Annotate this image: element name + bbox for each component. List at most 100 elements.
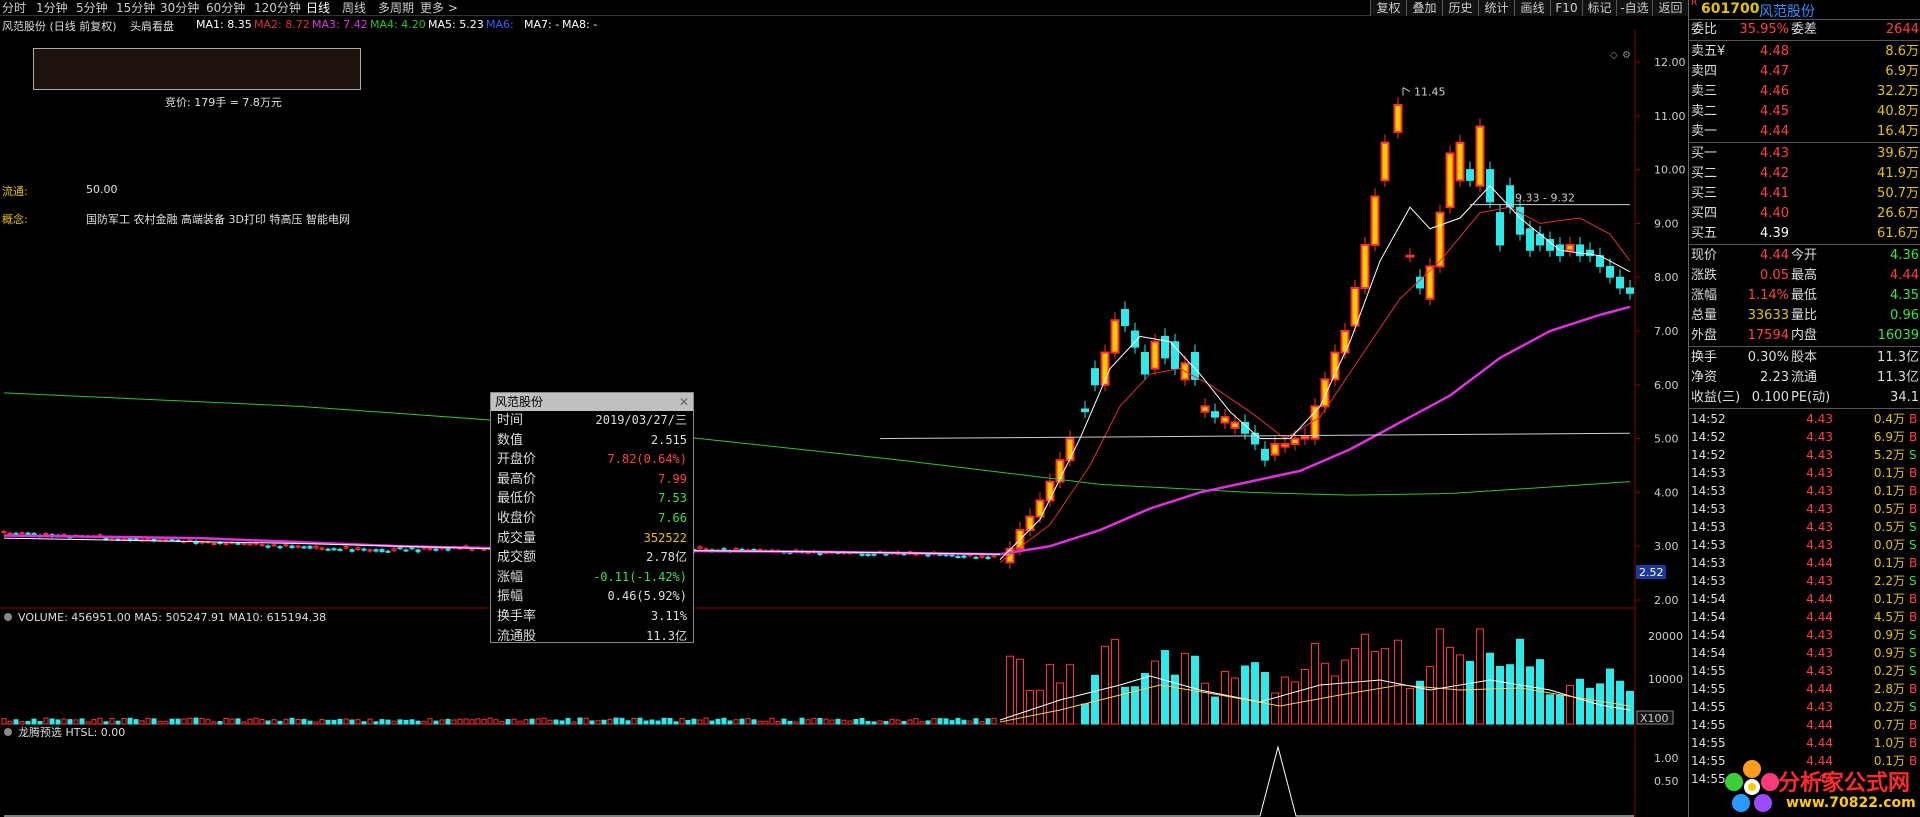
chevron-icon[interactable]	[4, 728, 12, 736]
volume-bar	[67, 719, 73, 725]
period-tab[interactable]: 1分钟	[36, 0, 68, 16]
candle	[313, 544, 319, 550]
quote-value: 0.30%	[1747, 350, 1789, 365]
candle	[229, 540, 235, 546]
volume-tick-label: 10000	[1648, 673, 1683, 686]
tick-volume: 0.1万	[1873, 592, 1905, 606]
period-tab[interactable]: 多周期	[378, 0, 414, 16]
volume-bar	[133, 719, 139, 725]
toolbar-button[interactable]: 历史	[1442, 0, 1478, 16]
toolbar-button[interactable]: F10	[1550, 0, 1582, 16]
volume-bar	[559, 720, 565, 725]
tick-volume: 0.5万	[1873, 520, 1905, 534]
volume-bar	[301, 718, 307, 725]
tick-price: 4.44	[1806, 736, 1833, 750]
price-tick-label: 9.00	[1654, 217, 1679, 230]
quote-value: 4.39	[1760, 226, 1789, 241]
volume-bar	[25, 720, 31, 725]
candle	[1586, 242, 1594, 263]
candle	[337, 547, 343, 552]
gear-icon[interactable]: ⚙	[1622, 50, 1631, 61]
chevron-icon[interactable]	[4, 613, 12, 621]
close-icon[interactable]: ✕	[679, 393, 689, 411]
tick-direction: B	[1909, 430, 1918, 444]
quote-row: 涨跌 0.05 最高 4.44	[1689, 266, 1920, 286]
toolbar-button[interactable]: 画线	[1514, 0, 1550, 16]
candle	[1121, 301, 1129, 333]
diamond-icon[interactable]: ◇	[1610, 50, 1618, 61]
toolbar-button[interactable]: 返回	[1652, 0, 1688, 16]
candle	[1211, 403, 1219, 424]
quote-label: 外盘	[1691, 328, 1718, 343]
volume-bar	[547, 719, 553, 725]
volume-bar	[1301, 668, 1309, 725]
quote-label: 最低	[1791, 288, 1818, 303]
toolbar-button[interactable]: -自选	[1616, 0, 1652, 16]
period-tab[interactable]: 更多 >	[420, 0, 458, 16]
tick-row: 14:54 4.44 0.1万 B	[1689, 590, 1920, 608]
period-tab[interactable]: 30分钟	[160, 0, 199, 16]
tooltip-row: 流通股 11.3亿	[491, 627, 693, 647]
candle	[1486, 161, 1494, 209]
candle	[217, 540, 223, 546]
quote-value: 33633	[1747, 308, 1789, 323]
volume-bar	[781, 718, 787, 725]
tick-volume: 2.2万	[1873, 574, 1905, 588]
volume-bar	[247, 718, 253, 725]
volume-bar	[1566, 684, 1574, 725]
quote-value: 4.42	[1760, 166, 1789, 181]
volume-bar	[715, 718, 721, 725]
high-price-label: 11.45	[1414, 86, 1446, 99]
volume-bar	[235, 718, 241, 725]
period-tab[interactable]: 60分钟	[206, 0, 245, 16]
volume-bar	[709, 720, 715, 725]
toolbar-button[interactable]: 复权	[1370, 0, 1406, 16]
volume-bar	[1261, 672, 1269, 725]
tick-direction: B	[1909, 466, 1918, 480]
tooltip-key: 流通股	[497, 628, 537, 644]
tick-price: 4.43	[1806, 484, 1833, 498]
toolbar-button[interactable]: 统计	[1478, 0, 1514, 16]
volume-bar	[1, 718, 7, 725]
tooltip-value: 3.11%	[650, 608, 687, 623]
volume-bar	[1466, 660, 1474, 725]
period-tab[interactable]: 周线	[342, 0, 366, 16]
quote-value: 4.41	[1760, 186, 1789, 201]
volume-bar	[955, 717, 961, 725]
volume-bar	[43, 717, 49, 725]
tick-time: 14:52	[1691, 430, 1726, 444]
period-tab[interactable]: 120分钟	[254, 0, 301, 16]
quote-row: 买一 4.43 39.6万	[1689, 144, 1920, 164]
tick-direction: B	[1909, 736, 1918, 750]
toolbar-button[interactable]: 叠加	[1406, 0, 1442, 16]
candle	[1081, 400, 1089, 419]
tooltip-row: 收盘价 7.66	[491, 509, 693, 529]
period-tab[interactable]: 5分钟	[76, 0, 108, 16]
candles	[1, 96, 1634, 569]
volume-bar	[931, 718, 937, 725]
period-tab[interactable]: 15分钟	[116, 0, 155, 16]
volume-bar	[253, 717, 259, 725]
candle	[1261, 441, 1269, 467]
candle	[1405, 247, 1415, 263]
tick-time: 14:54	[1691, 646, 1726, 660]
volume-tick-label: 20000	[1648, 630, 1683, 643]
quote-value: 26.6万	[1877, 206, 1919, 221]
divider	[1689, 244, 1920, 245]
candle	[403, 548, 409, 552]
chart-area[interactable]: 12.00 11.00 10.00 9.00 8.00 7.00 6.00 5.00 4.00 3…	[0, 30, 1688, 817]
period-tab[interactable]: 分时	[2, 0, 26, 16]
price-tick-label: 2.00	[1654, 594, 1679, 607]
volume-bar	[583, 717, 589, 725]
candle	[325, 547, 331, 552]
tick-volume: 4.5万	[1873, 610, 1905, 624]
quote-label: 卖四	[1691, 64, 1718, 79]
period-tab[interactable]: 日线	[306, 0, 330, 16]
quote-value: 4.44	[1890, 268, 1919, 283]
volume-bar	[805, 719, 811, 725]
toolbar-button[interactable]: 标记	[1582, 0, 1616, 16]
volume-bar	[337, 718, 343, 725]
quote-label: 买二	[1691, 166, 1718, 181]
price-tick-label: 7.00	[1654, 325, 1679, 338]
quote-value: 4.40	[1760, 206, 1789, 221]
